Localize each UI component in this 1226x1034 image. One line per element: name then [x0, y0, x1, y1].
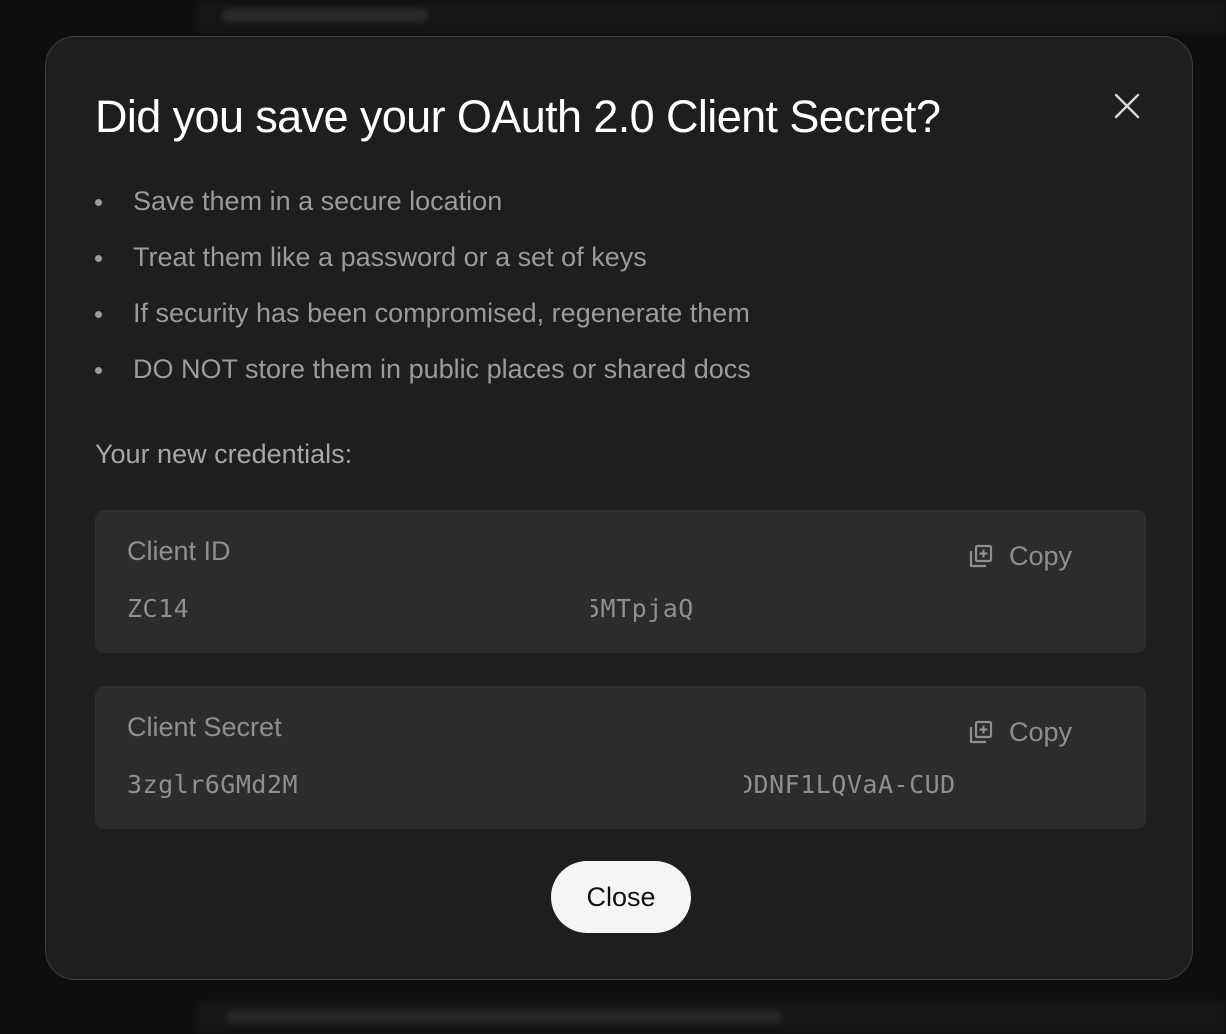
client-secret-value-start: 3zglr6GMd2M [127, 770, 299, 799]
tip-text: Save them in a secure location [133, 186, 503, 216]
dialog-title: Did you save your OAuth 2.0 Client Secre… [95, 91, 941, 142]
redaction-mask [310, 760, 744, 806]
client-id-value-start: ZC14 [127, 594, 190, 623]
tip-item: If security has been compromised, regene… [95, 293, 751, 349]
tip-item: Treat them like a password or a set of k… [95, 237, 751, 293]
credentials-heading: Your new credentials: [95, 439, 353, 469]
copy-icon [967, 717, 997, 747]
client-id-value-end: 5MTpjaQ [585, 594, 694, 623]
close-button[interactable]: Close [551, 861, 691, 933]
tip-text: DO NOT store them in public places or sh… [133, 354, 751, 384]
security-tips-list: Save them in a secure location Treat the… [95, 181, 751, 405]
close-icon[interactable] [1110, 89, 1144, 123]
tip-item: DO NOT store them in public places or sh… [95, 349, 751, 405]
client-secret-box: Client Secret Copy 3zglr6GMd2M DDNF1LQVa… [95, 686, 1146, 829]
background-top-text [222, 8, 428, 22]
redaction-mask [189, 584, 591, 630]
client-secret-value-end: DDNF1LQVaA-CUD [738, 770, 956, 799]
copy-client-id-button[interactable]: Copy [967, 536, 1072, 576]
save-secret-dialog: Did you save your OAuth 2.0 Client Secre… [45, 36, 1193, 980]
bullet [95, 255, 102, 262]
bullet [95, 199, 102, 206]
copy-icon [967, 541, 997, 571]
tip-text: Treat them like a password or a set of k… [133, 242, 647, 272]
bullet [95, 311, 102, 318]
bullet [95, 367, 102, 374]
copy-label: Copy [1009, 540, 1073, 571]
client-id-box: Client ID Copy ZC14 5MTpjaQ [95, 510, 1146, 653]
background-bottom-text [226, 1010, 782, 1024]
client-id-label: Client ID [127, 536, 231, 566]
tip-item: Save them in a secure location [95, 181, 751, 237]
client-secret-label: Client Secret [127, 712, 282, 742]
copy-client-secret-button[interactable]: Copy [967, 712, 1072, 752]
copy-label: Copy [1009, 716, 1073, 747]
tip-text: If security has been compromised, regene… [133, 298, 750, 328]
